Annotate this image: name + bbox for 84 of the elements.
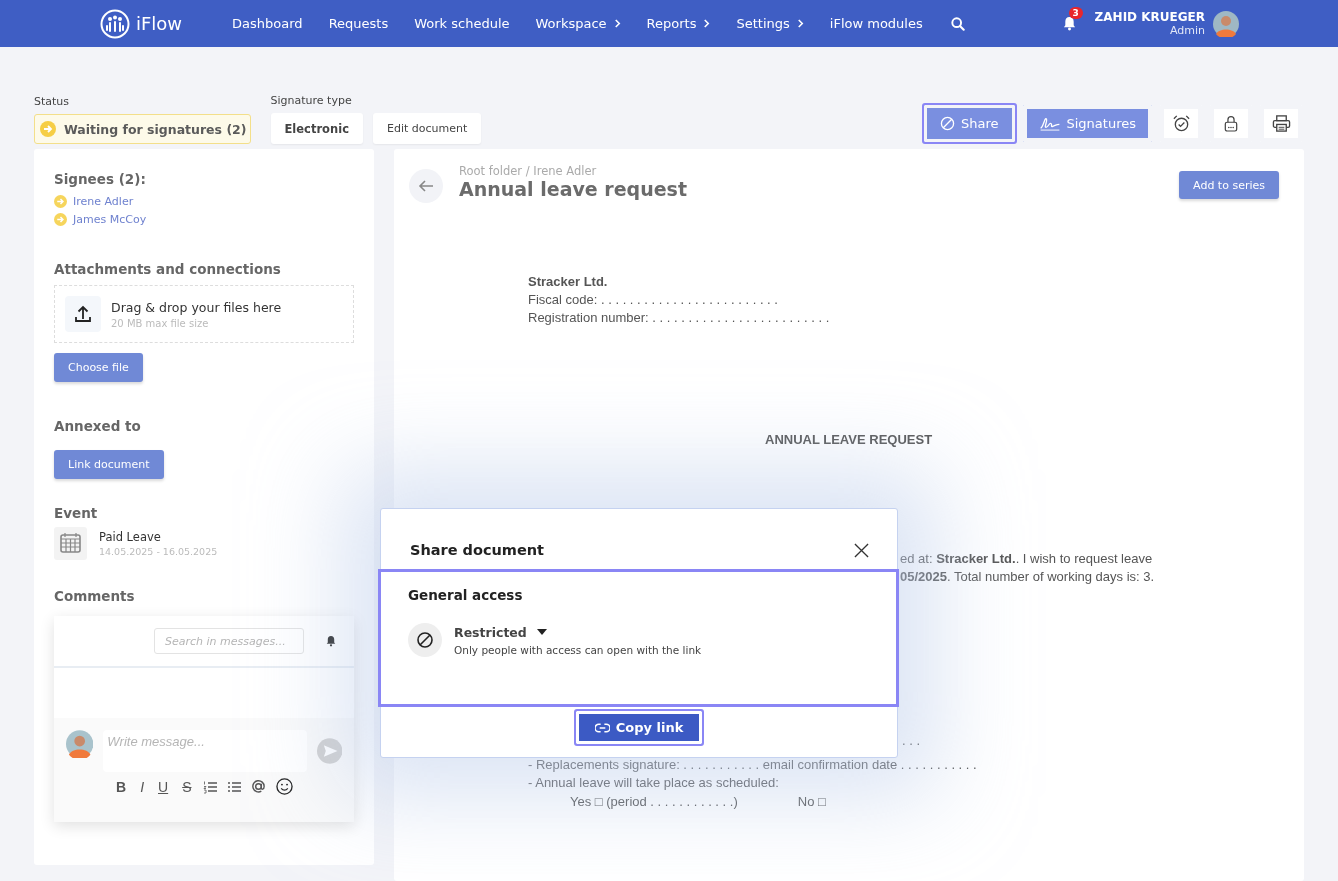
mention-icon[interactable] bbox=[251, 779, 267, 794]
lock-icon bbox=[1224, 114, 1238, 133]
share-button[interactable]: Share bbox=[922, 103, 1017, 144]
document-text: - Replacements signature: . . . . . . . . . . . email confirmation date . . . . . . . . . . . bbox=[528, 756, 978, 774]
nav-menu-item[interactable]: Reports bbox=[646, 16, 711, 31]
access-dropdown[interactable]: Restricted bbox=[454, 624, 702, 640]
nav-menu-item[interactable]: Work schedule bbox=[414, 16, 510, 31]
document-text: Registration number: . . . . . . . . . . . . . . . . . . . . . . . . . bbox=[528, 309, 831, 327]
back-button[interactable] bbox=[409, 169, 443, 203]
nav-menu-item[interactable]: Settings bbox=[736, 16, 804, 31]
close-icon[interactable] bbox=[854, 542, 869, 558]
chevron-icon bbox=[613, 19, 621, 28]
choose-file-button[interactable]: Choose file bbox=[54, 353, 143, 382]
logo-icon bbox=[100, 8, 130, 39]
document-text: No □ bbox=[797, 793, 826, 811]
event-name: Paid Leave bbox=[99, 530, 162, 544]
section-heading: Attachments and connections bbox=[54, 261, 281, 277]
user-role: Admin bbox=[1169, 24, 1205, 37]
arrow-circle-icon bbox=[54, 195, 67, 208]
user-avatar[interactable] bbox=[1213, 10, 1239, 37]
section-heading: Comments bbox=[54, 588, 135, 604]
restricted-icon bbox=[408, 623, 442, 657]
signature-type-button[interactable]: Edit document bbox=[372, 113, 482, 144]
document-text: . . . bbox=[902, 736, 922, 746]
status-text: Waiting for signatures (2) bbox=[64, 121, 247, 137]
arrow-circle-icon bbox=[40, 121, 56, 137]
user-name[interactable]: ZAHID KRUEGER bbox=[1094, 10, 1205, 24]
format-button[interactable]: I bbox=[138, 778, 146, 795]
message-field[interactable]: Write message... bbox=[103, 730, 307, 772]
section-heading: General access bbox=[408, 587, 524, 603]
signature-type-label: Signature type bbox=[270, 94, 353, 107]
nav-menu-item[interactable]: Workspace bbox=[535, 16, 621, 31]
drop-zone-title: Drag & drop your files here bbox=[111, 299, 282, 315]
emoji-icon[interactable] bbox=[276, 778, 294, 795]
format-button[interactable]: B bbox=[114, 778, 129, 795]
section-heading: Signees (2): bbox=[54, 171, 146, 187]
caret-icon bbox=[536, 629, 547, 635]
signature-type-button[interactable]: Electronic bbox=[270, 113, 363, 144]
nav-menu-item[interactable]: iFlow modules bbox=[829, 16, 923, 31]
document-heading: ANNUAL LEAVE REQUEST bbox=[765, 432, 934, 447]
chevron-icon bbox=[796, 19, 804, 28]
document-text: 05/2025. Total number of working days is: 3. bbox=[900, 568, 1156, 586]
signatures-button[interactable]: Signatures bbox=[1020, 103, 1154, 144]
search-icon[interactable] bbox=[950, 16, 965, 31]
dialog-title: Share document bbox=[410, 542, 545, 558]
user-avatar bbox=[66, 730, 94, 758]
signee-link[interactable]: James McCoy bbox=[73, 213, 147, 226]
copy-link-button[interactable]: Copy link bbox=[573, 709, 705, 746]
event-dates: 14.05.2025 - 16.05.2025 bbox=[99, 546, 218, 557]
calendar-icon bbox=[54, 527, 87, 560]
bullet-list-icon[interactable] bbox=[227, 779, 242, 794]
access-description: Only people with access can open with the link bbox=[454, 643, 702, 656]
format-button[interactable]: S bbox=[180, 778, 194, 795]
upload-icon bbox=[65, 296, 101, 332]
signee-link[interactable]: Irene Adler bbox=[73, 195, 134, 208]
section-heading: Annexed to bbox=[54, 418, 141, 434]
prohibited-icon bbox=[940, 116, 955, 131]
link-icon bbox=[594, 722, 610, 733]
notification-count: 3 bbox=[1068, 7, 1083, 19]
add-to-series-button[interactable]: Add to series bbox=[1179, 171, 1279, 199]
drop-zone-hint: 20 MB max file size bbox=[111, 317, 210, 329]
arrow-circle-icon bbox=[54, 213, 67, 226]
document-title: Annual leave request bbox=[459, 178, 687, 200]
signature-icon bbox=[1038, 116, 1061, 131]
chevron-icon bbox=[703, 19, 711, 28]
nav-menu-item[interactable]: Requests bbox=[328, 16, 389, 31]
bell-icon[interactable] bbox=[326, 635, 336, 647]
section-heading: Event bbox=[54, 505, 98, 521]
printer-icon bbox=[1271, 114, 1291, 133]
document-text: Fiscal code: . . . . . . . . . . . . . . . . . . . . . . . . . bbox=[528, 291, 779, 309]
format-button[interactable]: U bbox=[156, 778, 171, 795]
status-label: Status bbox=[34, 95, 71, 108]
document-text: Yes □ (period . . . . . . . . . . . .) bbox=[570, 793, 738, 811]
file-drop-zone[interactable]: Drag & drop your files here 20 MB max file size bbox=[54, 285, 354, 343]
document-text: ed at: Stracker Ltd.. I wish to request leave bbox=[900, 550, 1154, 568]
company-name: Stracker Ltd. bbox=[528, 273, 609, 291]
logo-text[interactable]: iFlow bbox=[136, 13, 183, 34]
numbered-list-icon[interactable] bbox=[203, 779, 218, 794]
link-document-button[interactable]: Link document bbox=[54, 450, 164, 479]
search-field[interactable]: Search in messages... bbox=[154, 628, 304, 654]
alarm-clock-icon bbox=[1171, 114, 1191, 133]
nav-menu-item[interactable]: Dashboard bbox=[232, 16, 303, 31]
bell-icon[interactable] bbox=[1062, 16, 1076, 31]
document-text: - Annual leave will take place as scheduled: bbox=[528, 774, 780, 792]
